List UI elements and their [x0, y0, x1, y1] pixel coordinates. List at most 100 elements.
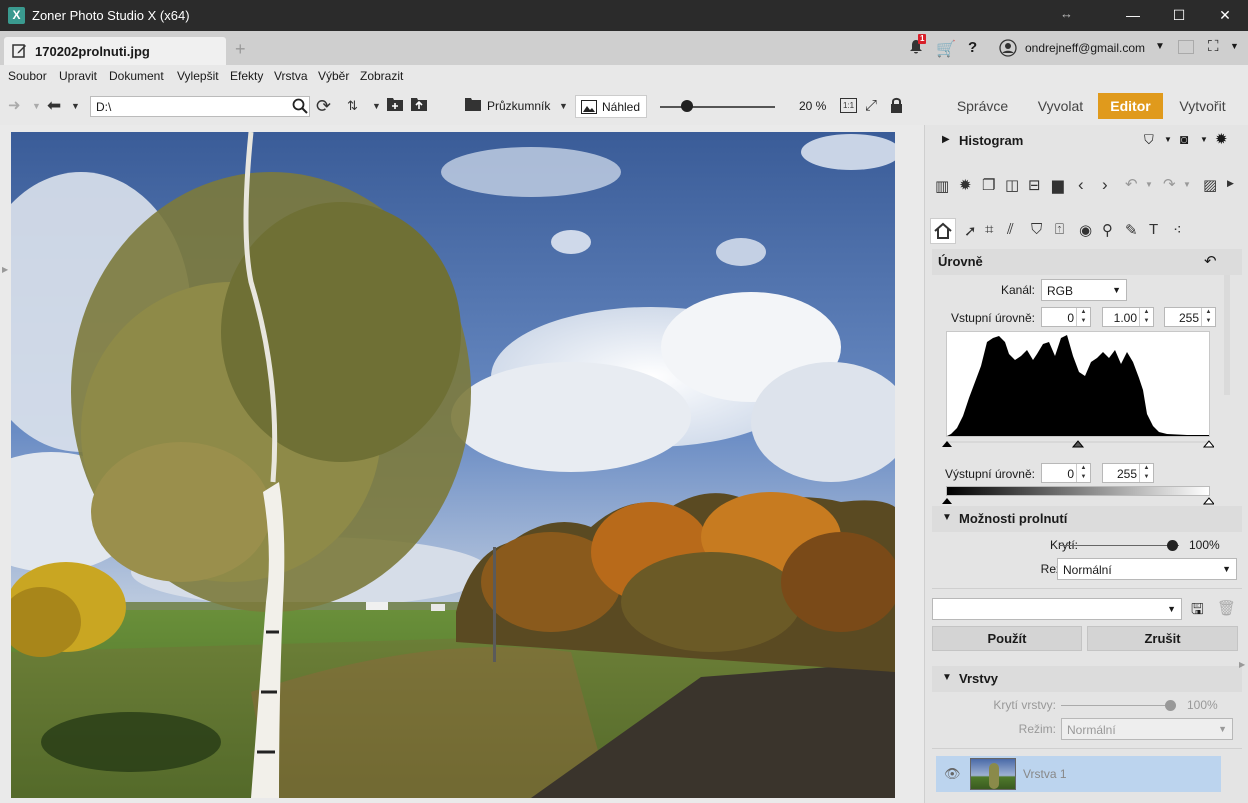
folder-up-icon[interactable]: [411, 97, 427, 115]
transform-tool-icon[interactable]: ⍐: [1055, 221, 1064, 238]
left-panel-expand-icon[interactable]: ▶: [2, 265, 8, 274]
previous-icon[interactable]: ‹: [1078, 175, 1084, 195]
actual-size-button[interactable]: 1:1: [840, 98, 857, 113]
layer-row[interactable]: 👁 Vrstva 1: [936, 756, 1221, 792]
tab-vytvorit[interactable]: Vytvořit: [1170, 93, 1235, 119]
fullscreen-dropdown-icon[interactable]: ▼: [1230, 41, 1239, 51]
filmstrip-icon[interactable]: ⊟: [1028, 176, 1041, 194]
path-input[interactable]: [90, 96, 310, 117]
menu-upravit[interactable]: Upravit: [59, 69, 97, 83]
preset-select[interactable]: ▼: [932, 598, 1182, 620]
spin-arrows-icon[interactable]: ▲ ▼: [1076, 464, 1090, 482]
more-tools-icon[interactable]: ▶: [1227, 178, 1234, 189]
explorer-button[interactable]: Průzkumník: [487, 95, 550, 118]
document-tab[interactable]: 170202prolnuti.jpg: [4, 37, 226, 65]
menu-zobrazit[interactable]: Zobrazit: [360, 69, 403, 83]
menu-vrstva[interactable]: Vrstva: [274, 69, 308, 83]
fullscreen-icon[interactable]: ⛶: [1208, 38, 1219, 55]
close-icon[interactable]: ✕: [1202, 0, 1248, 31]
folder-icon[interactable]: ▆: [1052, 176, 1064, 194]
back-arrow-icon[interactable]: ⬅: [47, 97, 61, 115]
new-folder-icon[interactable]: [387, 97, 403, 115]
histogram-selection-dropdown-icon[interactable]: ▼: [1164, 135, 1172, 144]
channel-select[interactable]: RGB ▼: [1041, 279, 1127, 301]
back-dropdown-icon[interactable]: ▼: [71, 97, 80, 115]
menu-efekty[interactable]: Efekty: [230, 69, 263, 83]
redo-dropdown-icon[interactable]: ▼: [1183, 180, 1191, 189]
perspective-tool-icon[interactable]: ⫽: [1007, 221, 1014, 238]
tab-spravce[interactable]: Správce: [950, 93, 1015, 119]
sort-dropdown-icon[interactable]: ▼: [372, 97, 381, 115]
panel-toggle-icon[interactable]: [1178, 40, 1194, 54]
output-white-field[interactable]: 255 ▲ ▼: [1102, 463, 1154, 483]
output-white-handle[interactable]: [1202, 497, 1214, 505]
next-icon[interactable]: ›: [1102, 175, 1108, 195]
brush-tool-icon[interactable]: ✎: [1125, 221, 1138, 239]
cart-icon[interactable]: 🛒: [936, 39, 956, 59]
input-white-field[interactable]: 255 ▲ ▼: [1164, 307, 1216, 327]
menu-dokument[interactable]: Dokument: [109, 69, 164, 83]
sort-icon[interactable]: ⇅: [347, 97, 358, 115]
add-tab-button[interactable]: +: [235, 40, 246, 58]
input-level-markers[interactable]: [942, 438, 1214, 448]
home-tool-icon[interactable]: [930, 218, 956, 244]
lasso-tool-icon[interactable]: ⛉: [1031, 221, 1042, 238]
minimize-icon[interactable]: —: [1110, 0, 1156, 31]
save-preset-icon[interactable]: 🖫: [1191, 599, 1204, 624]
notifications-bell-icon[interactable]: 1: [908, 34, 927, 57]
zoom-slider[interactable]: [660, 106, 775, 108]
develop-icon[interactable]: ✹: [959, 176, 972, 194]
panel-scrollbar[interactable]: [1224, 275, 1230, 395]
fit-to-screen-icon[interactable]: ⤢: [865, 97, 877, 115]
help-button[interactable]: ?: [968, 39, 977, 56]
delete-preset-icon[interactable]: 🗑: [1217, 599, 1236, 617]
forward-dropdown-icon[interactable]: ▼: [32, 97, 41, 115]
explorer-dropdown-icon[interactable]: ▼: [559, 97, 568, 115]
account-avatar-icon[interactable]: [999, 39, 1017, 60]
menu-soubor[interactable]: Soubor: [8, 69, 47, 83]
output-black-handle[interactable]: [942, 498, 952, 504]
cancel-button[interactable]: Zrušit: [1087, 626, 1238, 651]
forward-arrow-icon[interactable]: ➜: [8, 97, 21, 115]
compare-icon[interactable]: ◫: [1005, 176, 1019, 194]
output-black-field[interactable]: 0 ▲ ▼: [1041, 463, 1091, 483]
blend-options-header[interactable]: ▼ Možnosti prolnutí: [932, 506, 1242, 532]
spin-arrows-icon[interactable]: ▲ ▼: [1139, 308, 1153, 326]
explorer-folder-icon[interactable]: [465, 97, 481, 115]
layers-header[interactable]: ▼ Vrstvy: [932, 666, 1242, 692]
histogram-mask-dropdown-icon[interactable]: ▼: [1200, 135, 1208, 144]
account-email[interactable]: ondrejneff@gmail.com: [1025, 41, 1145, 55]
reset-levels-icon[interactable]: ↶: [1204, 252, 1217, 270]
opacity-slider-handle[interactable]: [1167, 540, 1178, 551]
menu-vyber[interactable]: Výběr: [318, 69, 349, 83]
histogram-selection-icon[interactable]: ⛉: [1144, 132, 1154, 148]
image-canvas[interactable]: ▶: [0, 125, 924, 803]
levels-histogram[interactable]: [946, 331, 1210, 437]
lock-icon[interactable]: [890, 97, 903, 115]
tab-vyvolat[interactable]: Vyvolat: [1028, 93, 1093, 119]
redeye-tool-icon[interactable]: ◉: [1079, 221, 1092, 239]
eye-visibility-icon[interactable]: 👁: [944, 766, 961, 782]
redo-icon[interactable]: ↷: [1163, 175, 1176, 193]
selection-tool-icon[interactable]: ➚: [964, 222, 977, 240]
right-panel-expand-icon[interactable]: ▶: [1239, 660, 1245, 669]
undo-icon[interactable]: ↶: [1125, 175, 1138, 193]
layer-name[interactable]: Vrstva 1: [1023, 767, 1067, 781]
blend-mode-select[interactable]: Normální ▼: [1057, 558, 1237, 580]
opacity-slider[interactable]: [1059, 545, 1179, 546]
maximize-icon[interactable]: ☐: [1156, 0, 1202, 31]
image-menu-icon[interactable]: ▨: [1203, 176, 1217, 194]
spin-arrows-icon[interactable]: ▲ ▼: [1139, 464, 1153, 482]
input-gamma-field[interactable]: 1.00 ▲ ▼: [1102, 307, 1154, 327]
crop-tool-icon[interactable]: ⌗: [985, 221, 993, 238]
zoom-slider-handle[interactable]: [681, 100, 693, 112]
shapes-tool-icon[interactable]: ⁖: [1173, 221, 1182, 239]
input-black-field[interactable]: 0 ▲ ▼: [1041, 307, 1091, 327]
output-level-markers[interactable]: [942, 496, 1214, 505]
undo-dropdown-icon[interactable]: ▼: [1145, 180, 1153, 189]
clone-stamp-tool-icon[interactable]: ⚲: [1102, 221, 1113, 239]
menu-vylepsit[interactable]: Vylepšit: [177, 69, 219, 83]
layer-opacity-slider[interactable]: [1061, 705, 1173, 706]
resize-arrows-icon[interactable]: ↔: [1060, 6, 1073, 21]
spin-arrows-icon[interactable]: ▲ ▼: [1076, 308, 1090, 326]
